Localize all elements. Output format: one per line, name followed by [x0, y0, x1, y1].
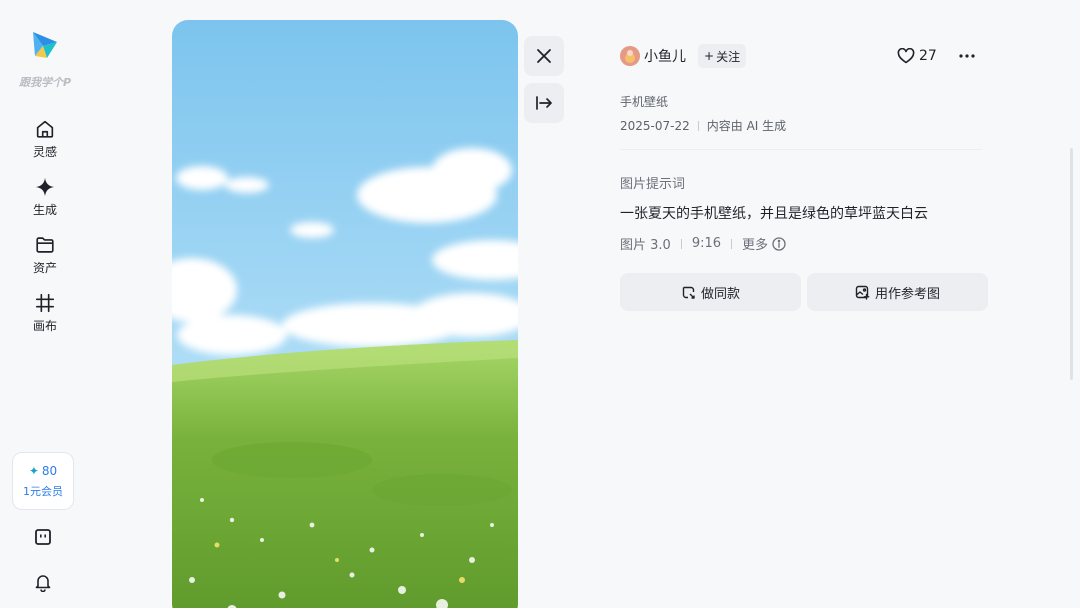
model-label: 图片 3.0 — [620, 238, 671, 253]
category-tag[interactable]: 手机壁纸 — [620, 93, 668, 110]
grass-sky-image — [172, 20, 518, 608]
divider — [620, 149, 982, 150]
action-buttons: 做同款 用作参考图 — [620, 273, 988, 311]
brand-text: 跟我学个P — [18, 76, 72, 89]
prompt-text: 一张夏天的手机壁纸，并且是绿色的草坪蓝天白云 — [620, 206, 928, 222]
scrollbar[interactable] — [1070, 148, 1073, 380]
more-options-button[interactable] — [957, 43, 977, 69]
collapse-panel-button[interactable] — [524, 83, 564, 123]
home-icon — [36, 120, 54, 138]
prompt-label: 图片提示词 — [620, 177, 686, 192]
sidebar-item-assets[interactable]: 资产 — [15, 228, 75, 286]
arrow-right-to-bar-icon — [536, 96, 552, 110]
logo-icon[interactable] — [29, 28, 61, 62]
sidebar-item-label: 生成 — [32, 203, 57, 217]
sidebar-item-canvas[interactable]: 画布 — [15, 286, 75, 344]
ellipsis-icon — [959, 54, 975, 58]
heart-icon — [897, 48, 915, 64]
bell-icon[interactable] — [31, 570, 55, 594]
ai-generated-note: 内容由 AI 生成 — [706, 119, 787, 133]
plus-icon: + — [704, 49, 715, 63]
image-add-icon — [855, 285, 870, 300]
separator — [697, 120, 699, 131]
post-date: 2025-07-22 — [620, 118, 690, 133]
sidebar-item-generate[interactable]: 生成 — [15, 170, 75, 228]
sidebar-item-inspiration[interactable]: 灵感 — [15, 112, 75, 170]
sidebar-nav: 灵感 生成 资产 画布 — [15, 112, 75, 344]
author-row: 小鱼儿 + 关注 27 — [620, 43, 988, 69]
generated-image[interactable] — [172, 20, 518, 608]
credit-count: 80 — [41, 463, 58, 478]
close-icon — [537, 49, 551, 63]
canvas-icon — [35, 293, 55, 313]
sparkle-icon — [35, 177, 55, 197]
credits-card[interactable]: ✦ 80 1元会员 — [12, 452, 74, 510]
sidebar-item-label: 画布 — [32, 319, 57, 333]
use-as-reference-button[interactable]: 用作参考图 — [807, 273, 988, 311]
separator — [731, 238, 733, 249]
more-info-link[interactable]: 更多 — [742, 234, 786, 253]
separator — [680, 238, 682, 249]
aspect-ratio: 9:16 — [691, 236, 722, 251]
credit-star-icon: ✦ — [28, 463, 39, 478]
meta-row: 2025-07-22 内容由 AI 生成 — [620, 117, 786, 134]
info-icon — [772, 236, 786, 251]
remix-icon — [682, 286, 695, 299]
generation-params: 图片 3.0 9:16 更多 — [620, 234, 786, 253]
follow-button[interactable]: + 关注 — [698, 44, 747, 68]
like-count: 27 — [919, 48, 937, 64]
robot-icon[interactable] — [31, 525, 55, 549]
sidebar-item-label: 灵感 — [32, 145, 57, 159]
avatar[interactable] — [620, 46, 640, 66]
like-button[interactable]: 27 — [897, 43, 937, 69]
app-root: 跟我学个P 灵感 生成 资产 画布 ✦ 80 1元会员 小鱼儿 + 关注 27 … — [0, 0, 1080, 608]
sidebar-item-label: 资产 — [32, 261, 57, 275]
make-same-button[interactable]: 做同款 — [620, 273, 801, 311]
close-button[interactable] — [524, 36, 564, 76]
sidebar: 跟我学个P 灵感 生成 资产 画布 ✦ 80 1元会员 — [0, 0, 90, 608]
membership-label: 1元会员 — [23, 484, 63, 498]
author-name[interactable]: 小鱼儿 — [644, 46, 686, 66]
folder-icon — [36, 237, 54, 253]
